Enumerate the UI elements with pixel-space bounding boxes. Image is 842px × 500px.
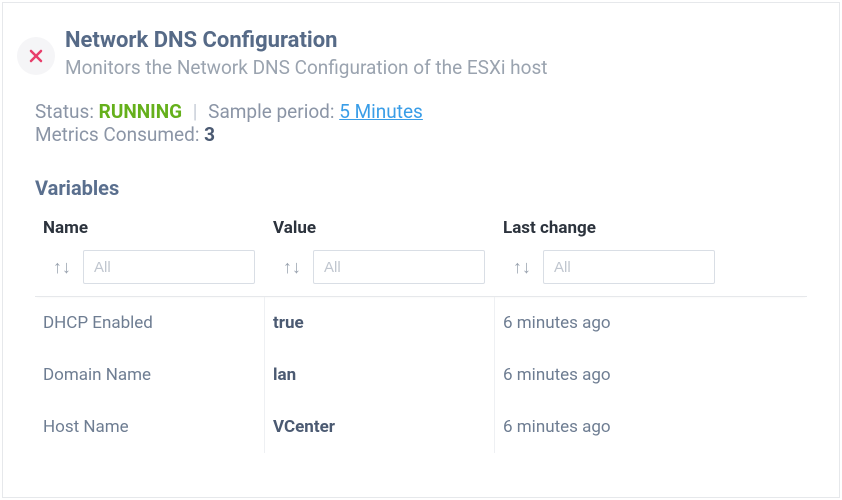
cell-last-change: 6 minutes ago [495,297,755,349]
cell-value: VCenter [265,401,495,453]
cell-name: DHCP Enabled [35,297,265,349]
sample-period-label: Sample period: [208,100,334,123]
cell-name: Domain Name [35,349,265,401]
filter-input-value[interactable] [313,250,485,284]
table-body: DHCP Enabledtrue6 minutes agoDomain Name… [35,297,807,453]
page-subtitle: Monitors the Network DNS Configuration o… [65,55,548,81]
table-row: Domain Namelan6 minutes ago [35,349,807,401]
column-header-value: Value [265,218,495,238]
status-label: Status: [35,100,94,123]
cell-value: lan [265,349,495,401]
close-button[interactable] [17,37,55,75]
table-row: DHCP Enabledtrue6 minutes ago [35,297,807,349]
sample-period-link[interactable]: 5 Minutes [339,100,423,123]
status-value: RUNNING [99,100,182,123]
cell-last-change: 6 minutes ago [495,401,755,453]
filter-input-last-change[interactable] [543,250,715,284]
variables-section-title: Variables [35,176,839,200]
table-row: Host NameVCenter6 minutes ago [35,401,807,453]
metrics-consumed-label: Metrics Consumed: [35,123,199,146]
column-header-last-change: Last change [495,218,755,238]
metrics-consumed-value: 3 [204,123,215,146]
status-line: Status: RUNNING | Sample period: 5 Minut… [35,100,839,146]
sort-icon[interactable]: ↑↓ [283,257,301,278]
filter-input-name[interactable] [83,250,255,284]
sort-icon[interactable]: ↑↓ [513,257,531,278]
column-header-name: Name [35,218,265,238]
panel-header: Network DNS Configuration Monitors the N… [3,3,839,80]
sort-icon[interactable]: ↑↓ [53,257,71,278]
variables-table: Name ↑↓ Value ↑↓ Last change ↑↓ [35,218,807,453]
cell-value: true [265,297,495,349]
close-icon [29,49,43,63]
cell-last-change: 6 minutes ago [495,349,755,401]
cell-name: Host Name [35,401,265,453]
page-title: Network DNS Configuration [65,27,548,55]
table-header-row: Name ↑↓ Value ↑↓ Last change ↑↓ [35,218,807,297]
separator: | [193,100,198,123]
config-panel: Network DNS Configuration Monitors the N… [2,2,840,498]
